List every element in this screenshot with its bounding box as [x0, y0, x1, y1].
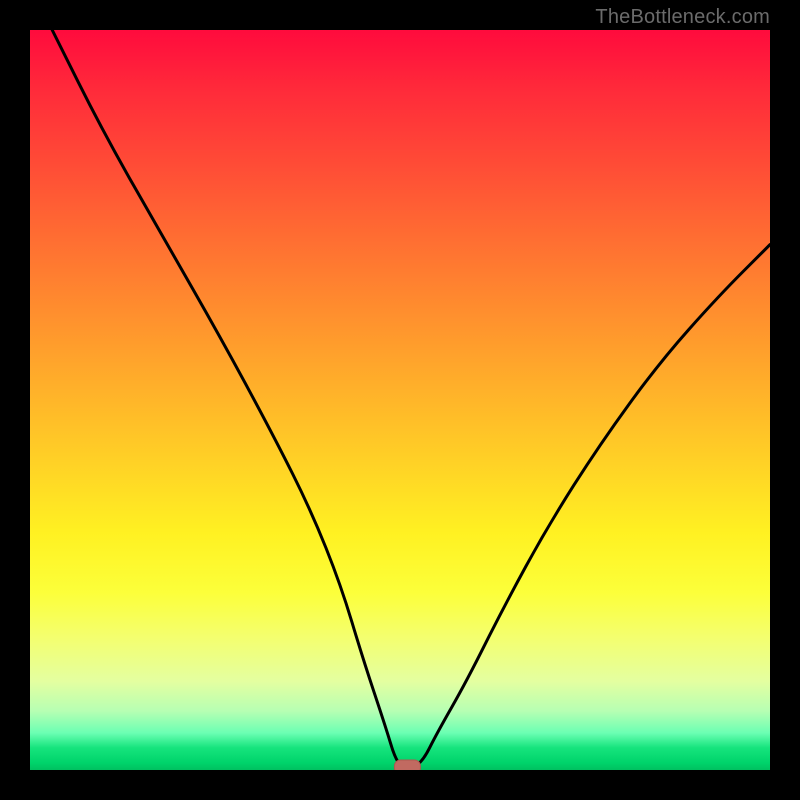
bottleneck-curve: [52, 30, 770, 768]
watermark-text: TheBottleneck.com: [595, 6, 770, 29]
chart-frame: TheBottleneck.com: [0, 0, 800, 800]
chart-overlay: [30, 30, 770, 770]
optimal-marker: [394, 760, 420, 770]
